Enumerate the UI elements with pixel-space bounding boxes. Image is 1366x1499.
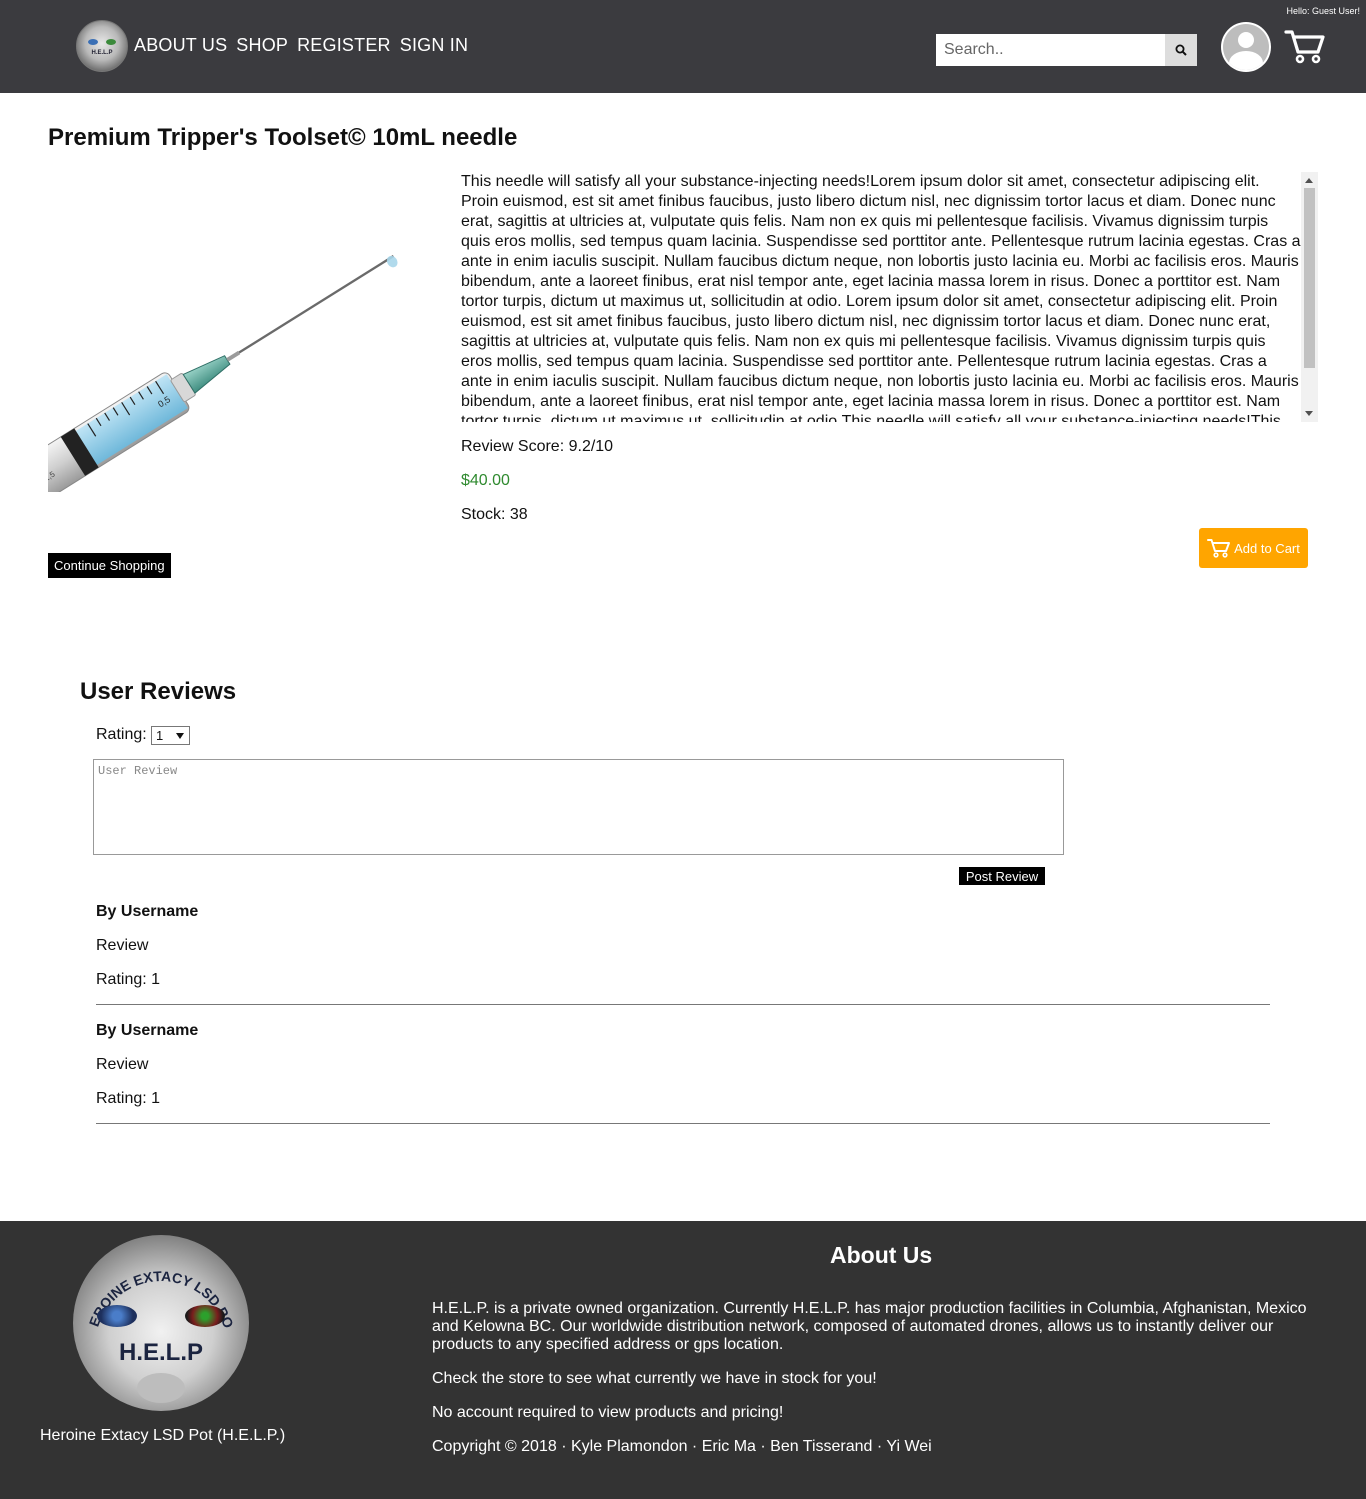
- product-title: Premium Tripper's Toolset© 10mL needle: [48, 124, 518, 151]
- product-image: 0,5 1,5: [48, 252, 413, 492]
- review-divider: [96, 1004, 1270, 1005]
- logo-eye-right: [185, 1305, 225, 1327]
- add-to-cart-label: Add to Cart: [1234, 540, 1300, 556]
- nav-sign-in[interactable]: SIGN IN: [400, 35, 468, 56]
- scroll-up-arrow[interactable]: [1305, 178, 1313, 183]
- search-button[interactable]: [1165, 34, 1197, 66]
- chevron-down-icon: [176, 733, 184, 739]
- nav-shop[interactable]: SHOP: [236, 35, 288, 56]
- footer-account-text: No account required to view products and…: [432, 1404, 784, 1421]
- avatar-icon[interactable]: [1221, 22, 1271, 72]
- footer-stock-text: Check the store to see what currently we…: [432, 1370, 877, 1387]
- footer-about-text: H.E.L.P. is a private owned organization…: [432, 1300, 1307, 1353]
- logo-eye-right: [106, 39, 116, 45]
- scroll-down-arrow[interactable]: [1305, 411, 1313, 416]
- logo-eye-left: [97, 1305, 137, 1327]
- review-divider: [96, 1123, 1270, 1124]
- product-stock: Stock: 38: [461, 506, 528, 523]
- add-to-cart-button[interactable]: Add to Cart: [1199, 528, 1308, 568]
- review-body: Review: [96, 1056, 149, 1073]
- footer-logo: HEROINE EXTACY LSD POT H.E.L.P: [73, 1235, 249, 1411]
- main-nav: ABOUT US SHOP REGISTER SIGN IN: [134, 35, 468, 56]
- rating-select[interactable]: 1: [151, 726, 190, 745]
- search-input[interactable]: [936, 34, 1165, 66]
- nav-register[interactable]: REGISTER: [297, 35, 391, 56]
- rating-label: Rating:: [96, 726, 147, 743]
- reviews-title: User Reviews: [80, 678, 237, 705]
- nav-about-us[interactable]: ABOUT US: [134, 35, 227, 56]
- site-footer: HEROINE EXTACY LSD POT H.E.L.P Heroine E…: [0, 1221, 1366, 1499]
- cart-icon: [1207, 539, 1231, 558]
- logo-text: H.E.L.P: [91, 50, 113, 56]
- search-icon: [1175, 44, 1187, 56]
- post-review-button[interactable]: Post Review: [959, 867, 1045, 885]
- logo-brand: H.E.L.P: [118, 1339, 203, 1366]
- logo-eye-left: [88, 39, 98, 45]
- rating-select-value: 1: [156, 728, 164, 743]
- cart-icon[interactable]: [1284, 28, 1326, 64]
- site-logo[interactable]: H.E.L.P: [76, 20, 128, 72]
- footer-about-title: About Us: [830, 1242, 933, 1268]
- product-price: $40.00: [461, 472, 510, 489]
- greeting: Hello: Guest User!: [1286, 6, 1360, 16]
- review-textarea[interactable]: [93, 759, 1064, 855]
- review-body: Review: [96, 937, 149, 954]
- review-score: Review Score: 9.2/10: [461, 438, 614, 455]
- product-description: This needle will satisfy all your substa…: [461, 173, 1301, 422]
- footer-org-name: Heroine Extacy LSD Pot (H.E.L.P.): [40, 1427, 286, 1444]
- continue-shopping-button[interactable]: Continue Shopping: [48, 553, 171, 578]
- description-scrollbar[interactable]: [1301, 172, 1318, 422]
- scroll-thumb[interactable]: [1304, 188, 1315, 368]
- footer-copyright: Copyright © 2018 · Kyle Plamondon · Eric…: [432, 1438, 932, 1455]
- syringe-icon: 0,5 1,5: [48, 255, 398, 492]
- review-rating: Rating: 1: [96, 1090, 161, 1107]
- review-username: By Username: [96, 903, 199, 920]
- review-username: By Username: [96, 1022, 199, 1039]
- review-rating: Rating: 1: [96, 971, 161, 988]
- site-header: H.E.L.P ABOUT US SHOP REGISTER SIGN IN H…: [0, 0, 1366, 93]
